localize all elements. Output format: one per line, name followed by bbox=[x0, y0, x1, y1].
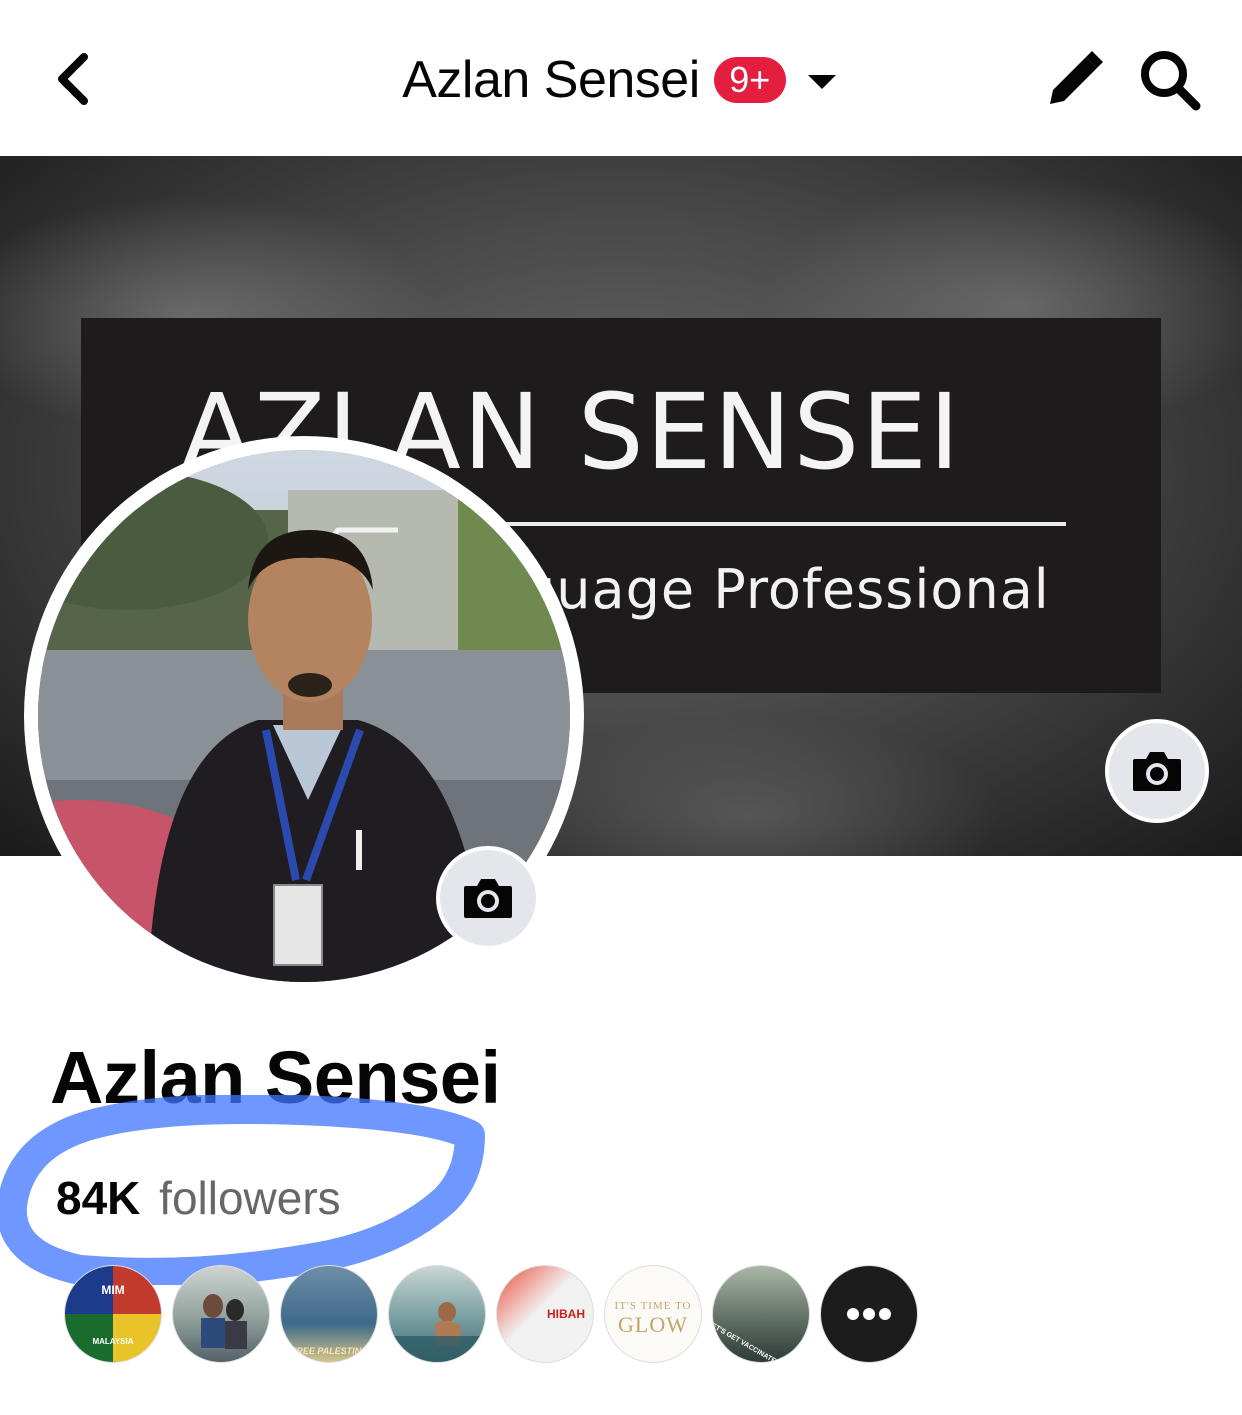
caret-down-icon bbox=[807, 75, 836, 89]
page-thumb-text: LET'S GET VACCINATED bbox=[712, 1320, 782, 1363]
page-thumb-swimmer[interactable] bbox=[388, 1265, 486, 1363]
pencil-icon bbox=[1050, 51, 1103, 104]
page-thumb-text: FREE PALESTINE bbox=[290, 1346, 368, 1356]
page-thumb-label: MIM MALAYSIA bbox=[65, 1266, 161, 1362]
page-thumb-free-palestine[interactable]: FREE PALESTINE bbox=[280, 1265, 378, 1363]
edit-profile-picture-button[interactable] bbox=[436, 846, 540, 950]
page-thumb-image bbox=[389, 1302, 485, 1362]
liked-pages-row: MIM MALAYSIA FREE PALESTINE HIBAH IT'S T… bbox=[64, 1265, 928, 1365]
cover-banner-subtitle: guage Professional bbox=[521, 558, 1050, 621]
page-thumb-label: FREE PALESTINE bbox=[281, 1266, 377, 1362]
camera-icon bbox=[1133, 752, 1181, 791]
profile-name: Azlan Sensei bbox=[50, 1036, 501, 1119]
page-thumb-mim[interactable]: MIM MALAYSIA bbox=[64, 1265, 162, 1363]
page-thumb-text: HIBAH bbox=[547, 1307, 585, 1321]
page-thumb-hibah[interactable]: HIBAH bbox=[496, 1265, 594, 1363]
page-thumb-couple[interactable] bbox=[172, 1265, 270, 1363]
page-thumb-glow[interactable]: IT'S TIME TO GLOW bbox=[604, 1265, 702, 1363]
followers-count-link[interactable]: 84K followers bbox=[56, 1170, 341, 1226]
more-pages-button[interactable] bbox=[820, 1265, 918, 1363]
more-dots-icon bbox=[847, 1308, 891, 1320]
followers-label: followers bbox=[159, 1172, 341, 1224]
page-thumb-label: LET'S GET VACCINATED bbox=[712, 1266, 809, 1363]
page-thumb-label: IT'S TIME TO GLOW bbox=[605, 1266, 701, 1362]
page-thumb-vaccinated[interactable]: LET'S GET VACCINATED bbox=[712, 1265, 810, 1363]
page-title: Azlan Sensei bbox=[402, 51, 700, 109]
search-button[interactable] bbox=[1134, 44, 1206, 116]
page-thumb-image bbox=[201, 1294, 247, 1349]
notification-badge: 9+ bbox=[713, 57, 786, 103]
page-thumb-subtext: GLOW bbox=[618, 1312, 688, 1337]
edit-button[interactable] bbox=[1042, 46, 1108, 112]
top-nav-bar: Azlan Sensei 9+ bbox=[0, 0, 1242, 156]
camera-icon bbox=[464, 879, 512, 918]
page-thumb-text: IT'S TIME TO bbox=[614, 1300, 692, 1312]
account-switcher[interactable]: Azlan Sensei 9+ bbox=[402, 50, 836, 110]
edit-cover-photo-button[interactable] bbox=[1105, 719, 1209, 823]
page-thumb-text: MIM bbox=[101, 1282, 125, 1297]
followers-count: 84K bbox=[56, 1172, 141, 1224]
search-icon bbox=[1141, 51, 1201, 111]
page-thumb-subtext: MALAYSIA bbox=[92, 1336, 134, 1346]
page-thumb-label: HIBAH bbox=[497, 1266, 593, 1362]
